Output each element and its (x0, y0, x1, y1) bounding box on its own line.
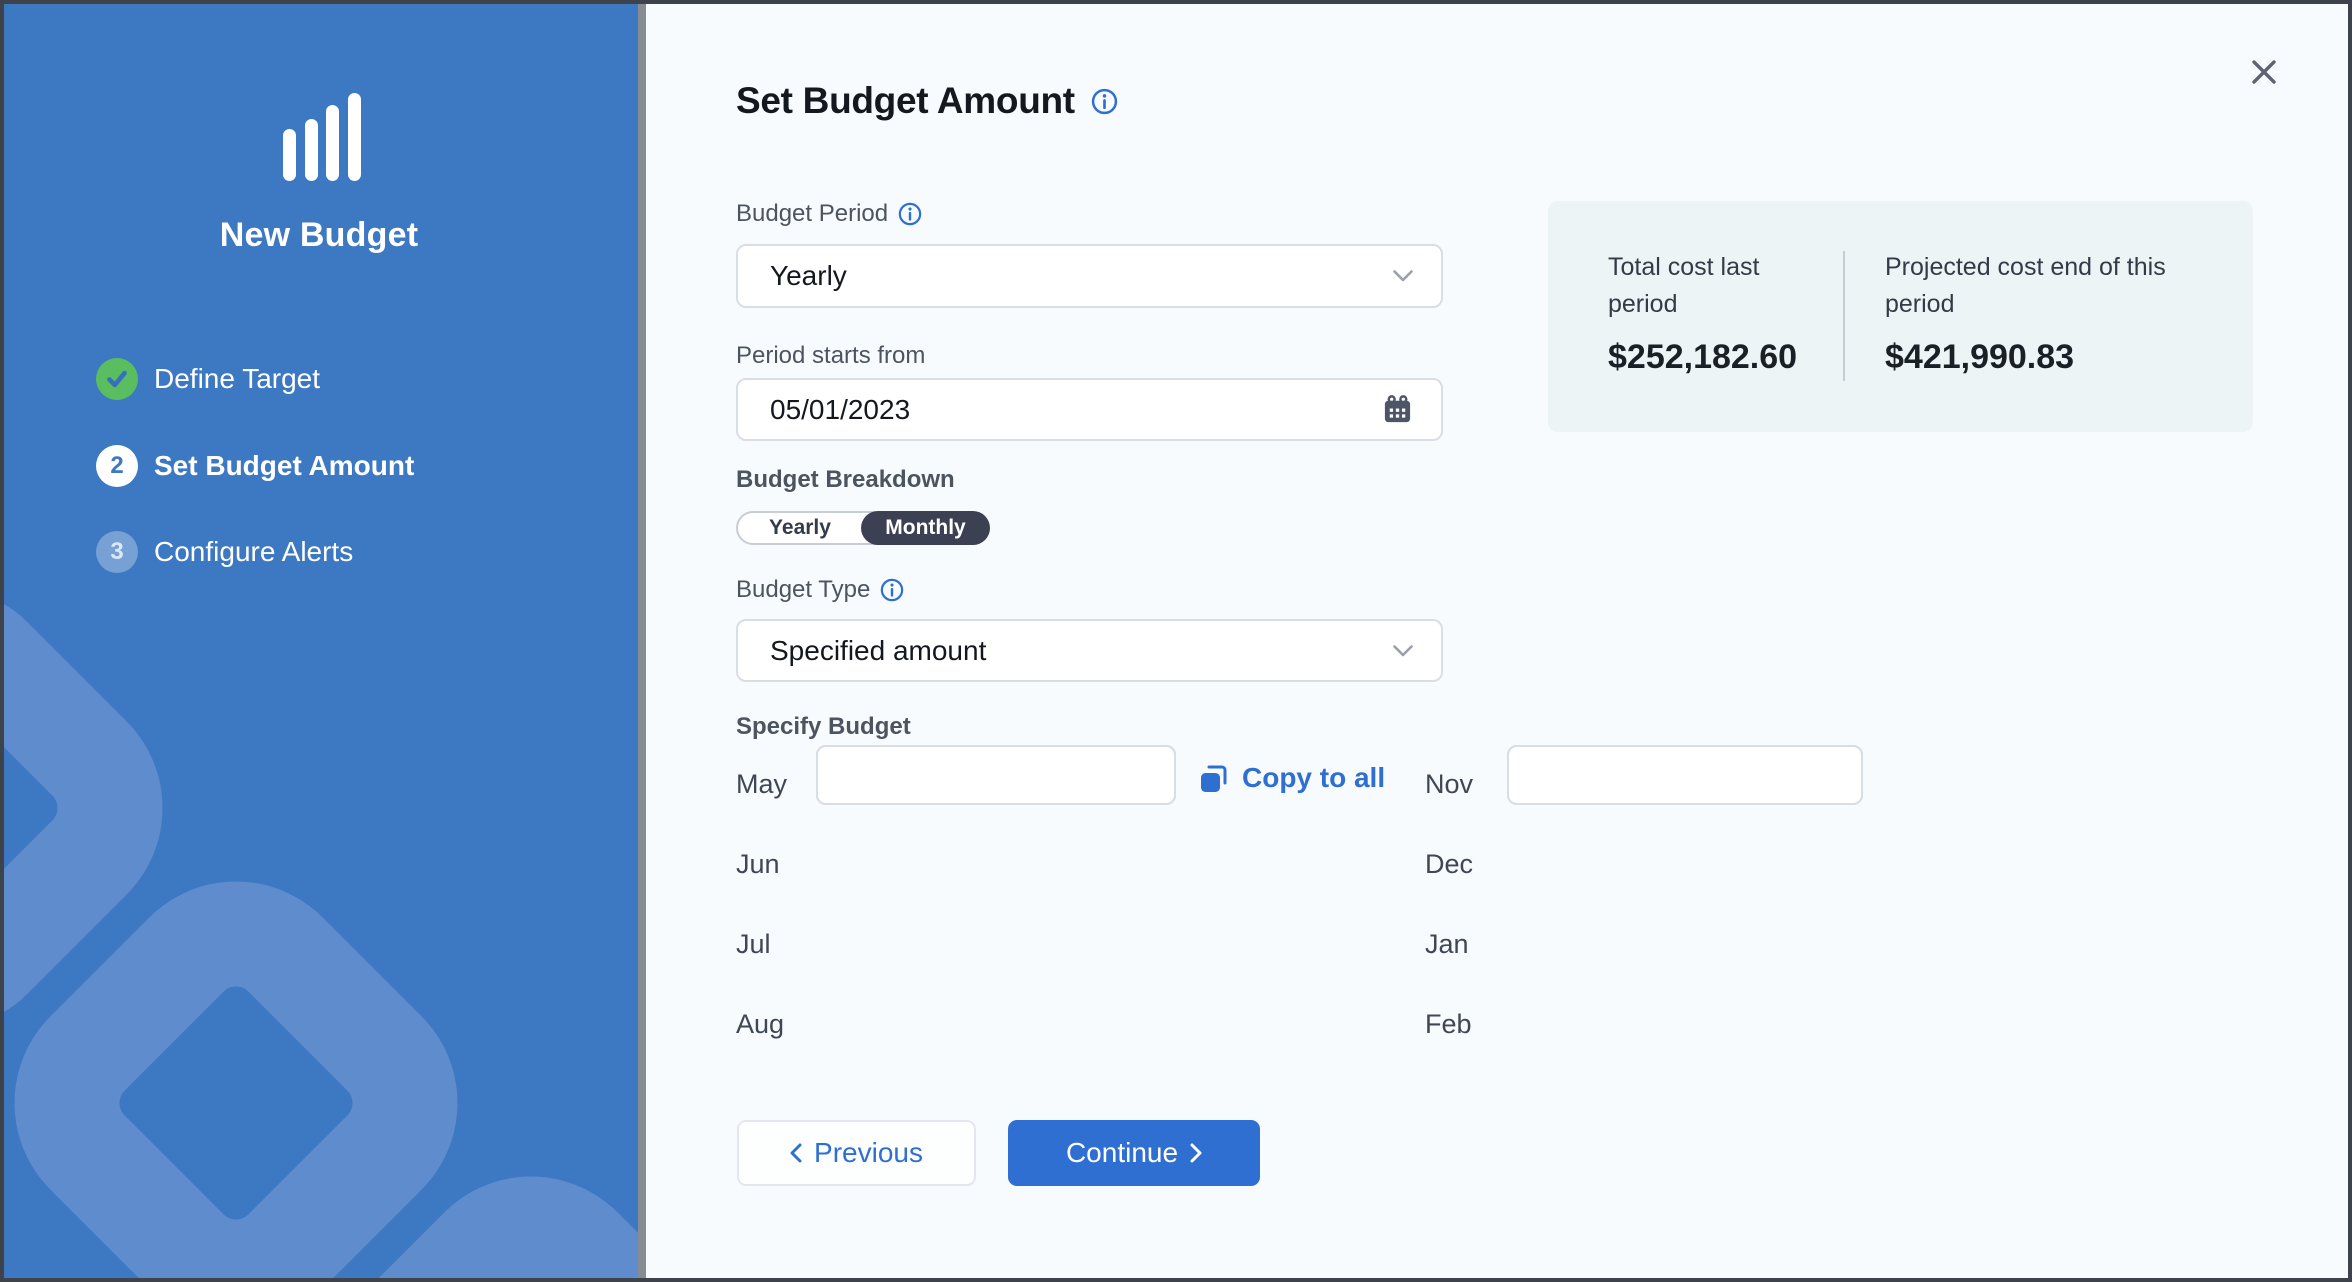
title-info-icon[interactable] (1091, 88, 1118, 115)
info-icon[interactable] (880, 578, 904, 602)
period-start-date-field (736, 378, 1443, 441)
info-icon[interactable] (898, 202, 922, 226)
wizard-sidebar: New Budget Define Target 2 Set Budget Am… (0, 0, 646, 1282)
budget-type-label: Budget Type (736, 576, 904, 604)
period-starts-label: Period starts from (736, 342, 925, 370)
projected-cost-value: $421,990.83 (1885, 338, 2215, 377)
step-number-badge: 3 (96, 531, 138, 573)
step-configure-alerts[interactable]: 3 Configure Alerts (96, 530, 353, 574)
set-budget-panel: Set Budget Amount Budget Period Yearl (646, 0, 2352, 1282)
budget-period-value: Yearly (770, 260, 1393, 292)
summary-divider (1843, 251, 1845, 381)
continue-button[interactable]: Continue (1008, 1120, 1260, 1186)
check-icon (104, 366, 130, 392)
total-cost-value: $252,182.60 (1608, 338, 1833, 377)
brand-watermark-icon (0, 0, 642, 1282)
app-logo-icon (283, 93, 361, 181)
budget-type-select[interactable]: Specified amount (736, 619, 1443, 682)
budget-breakdown-toggle: Yearly Monthly (736, 511, 988, 545)
wizard-title: New Budget (0, 216, 638, 255)
copy-to-all-button[interactable]: Copy to all (1196, 761, 1385, 795)
step-complete-badge (96, 358, 138, 400)
total-cost-label: Total cost last period (1608, 249, 1833, 323)
specify-budget-label: Specify Budget (736, 713, 911, 741)
period-start-date-input[interactable] (770, 394, 1382, 426)
projected-cost-label: Projected cost end of this period (1885, 249, 2215, 323)
month-label-feb: Feb (1425, 994, 1472, 1054)
budget-type-value: Specified amount (770, 635, 1393, 667)
previous-button[interactable]: Previous (737, 1120, 976, 1186)
new-budget-modal: New Budget Define Target 2 Set Budget Am… (0, 0, 2352, 1282)
step-set-budget-amount[interactable]: 2 Set Budget Amount (96, 444, 414, 488)
toggle-option-monthly[interactable]: Monthly (861, 511, 990, 545)
month-label-dec: Dec (1425, 834, 1473, 894)
close-button[interactable] (2240, 48, 2288, 96)
step-define-target[interactable]: Define Target (96, 357, 320, 401)
close-icon (2250, 58, 2278, 86)
month-label-jun: Jun (736, 834, 780, 894)
chevron-down-icon (1393, 270, 1413, 282)
month-label-nov: Nov (1425, 754, 1473, 814)
budget-input-next-partial[interactable] (1507, 745, 1863, 805)
chevron-down-icon (1393, 645, 1413, 657)
month-label-may: May (736, 754, 787, 814)
month-label-jan: Jan (1425, 914, 1469, 974)
step-number-badge: 2 (96, 445, 138, 487)
step-label: Configure Alerts (154, 536, 353, 568)
budget-breakdown-label: Budget Breakdown (736, 466, 955, 494)
chevron-right-icon (1190, 1143, 1202, 1163)
budget-period-select[interactable]: Yearly (736, 244, 1443, 308)
budget-period-label: Budget Period (736, 200, 922, 228)
page-title: Set Budget Amount (736, 80, 1075, 122)
cost-summary-card: Total cost last period $252,182.60 Proje… (1548, 201, 2253, 432)
calendar-icon[interactable] (1382, 394, 1413, 425)
chevron-left-icon (790, 1143, 802, 1163)
monthly-budget-grid: May Jun Jul Aug Copy to all Nov Dec J (646, 745, 2348, 1097)
step-label: Set Budget Amount (154, 450, 414, 482)
toggle-option-yearly[interactable]: Yearly (738, 513, 862, 543)
step-label: Define Target (154, 363, 320, 395)
month-label-aug: Aug (736, 994, 784, 1054)
copy-icon (1196, 761, 1230, 795)
budget-input-next-partial[interactable] (816, 745, 1176, 805)
month-label-jul: Jul (736, 914, 771, 974)
